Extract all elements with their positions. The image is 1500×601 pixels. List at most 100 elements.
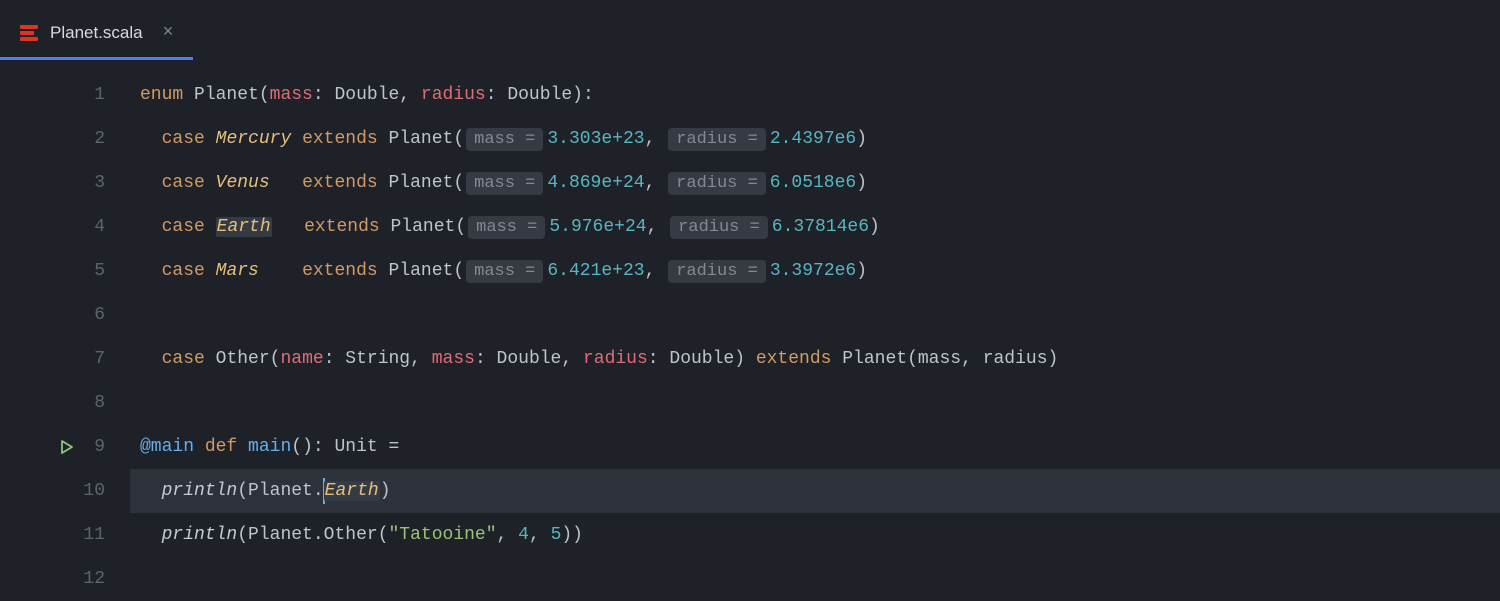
code-line[interactable]	[130, 557, 1500, 601]
code-line[interactable]: enum Planet(mass: Double, radius: Double…	[130, 73, 1500, 117]
keyword-case: case	[162, 349, 205, 369]
close-tab-icon[interactable]: ×	[163, 23, 174, 43]
type-double: Double	[334, 85, 399, 105]
keyword-extends: extends	[304, 217, 380, 237]
code-line[interactable]	[130, 381, 1500, 425]
inlay-hint: radius =	[668, 172, 766, 195]
line-number: 4	[75, 217, 105, 237]
number: 4.869e+24	[547, 173, 644, 193]
keyword-case: case	[162, 217, 205, 237]
type-string: String	[345, 349, 410, 369]
param-mass: mass	[432, 349, 475, 369]
number: 3.303e+23	[547, 129, 644, 149]
code-line[interactable]: case Mars extends Planet(mass =6.421e+23…	[130, 249, 1500, 293]
line-number: 3	[75, 173, 105, 193]
inlay-hint: radius =	[668, 260, 766, 283]
code-line[interactable]: case Earth extends Planet(mass =5.976e+2…	[130, 205, 1500, 249]
fn-println: println	[162, 525, 238, 545]
enum-mercury: Mercury	[216, 129, 292, 149]
line-number: 1	[75, 85, 105, 105]
number: 5.976e+24	[549, 217, 646, 237]
file-tab[interactable]: Planet.scala ×	[0, 9, 193, 60]
gutter-row[interactable]: 5	[0, 249, 130, 293]
keyword-def: def	[205, 437, 237, 457]
number: 6.421e+23	[547, 261, 644, 281]
scala-file-icon	[20, 24, 38, 42]
line-number: 8	[75, 393, 105, 413]
enum-other: Other	[324, 525, 378, 545]
param-mass: mass	[270, 85, 313, 105]
param-name: name	[280, 349, 323, 369]
type-planet: Planet	[248, 525, 313, 545]
code-line[interactable]: @main def main(): Unit =	[130, 425, 1500, 469]
inlay-hint: mass =	[466, 128, 543, 151]
gutter: 1 2 3 4 5 6 7 8 9 10 11 12	[0, 60, 130, 600]
string: "Tatooine"	[389, 525, 497, 545]
inlay-hint: mass =	[468, 216, 545, 239]
line-number: 2	[75, 129, 105, 149]
line-number: 7	[75, 349, 105, 369]
line-number: 5	[75, 261, 105, 281]
inlay-hint: radius =	[668, 128, 766, 151]
code-line-current[interactable]: println(Planet.Earth)	[130, 469, 1500, 513]
type-double: Double	[507, 85, 572, 105]
tab-filename: Planet.scala	[50, 23, 143, 43]
gutter-row[interactable]: 7	[0, 337, 130, 381]
gutter-row[interactable]: 1	[0, 73, 130, 117]
enum-mars: Mars	[216, 261, 259, 281]
code-area[interactable]: enum Planet(mass: Double, radius: Double…	[130, 60, 1500, 600]
number: 5	[551, 525, 562, 545]
enum-venus: Venus	[216, 173, 270, 193]
code-line[interactable]: case Mercury extends Planet(mass =3.303e…	[130, 117, 1500, 161]
annotation-main: @main	[140, 437, 194, 457]
arg-mass: mass	[918, 349, 961, 369]
arg-radius: radius	[983, 349, 1048, 369]
number: 3.3972e6	[770, 261, 856, 281]
enum-earth: Earth	[216, 217, 272, 237]
number: 6.0518e6	[770, 173, 856, 193]
gutter-row[interactable]: 12	[0, 557, 130, 601]
keyword-case: case	[162, 173, 205, 193]
keyword-extends: extends	[756, 349, 832, 369]
type-planet: Planet	[194, 85, 259, 105]
type-unit: Unit	[334, 437, 377, 457]
line-number: 11	[75, 525, 105, 545]
param-radius: radius	[421, 85, 486, 105]
gutter-row[interactable]: 6	[0, 293, 130, 337]
gutter-row[interactable]: 11	[0, 513, 130, 557]
line-number: 6	[75, 305, 105, 325]
keyword-extends: extends	[302, 261, 378, 281]
type-planet: Planet	[248, 481, 313, 501]
keyword-extends: extends	[302, 173, 378, 193]
keyword-case: case	[162, 129, 205, 149]
keyword-extends: extends	[302, 129, 378, 149]
inlay-hint: radius =	[670, 216, 768, 239]
tab-bar: Planet.scala ×	[0, 0, 1500, 60]
gutter-row[interactable]: 4	[0, 205, 130, 249]
number: 2.4397e6	[770, 129, 856, 149]
type-planet: Planet	[389, 173, 454, 193]
type-planet: Planet	[842, 349, 907, 369]
code-line[interactable]: case Other(name: String, mass: Double, r…	[130, 337, 1500, 381]
run-gutter-icon[interactable]	[59, 439, 75, 455]
gutter-row[interactable]: 10	[0, 469, 130, 513]
gutter-row[interactable]: 3	[0, 161, 130, 205]
gutter-row[interactable]: 2	[0, 117, 130, 161]
keyword-enum: enum	[140, 85, 183, 105]
type-planet: Planet	[389, 261, 454, 281]
editor: 1 2 3 4 5 6 7 8 9 10 11 12 enum Planet(m…	[0, 60, 1500, 600]
enum-other: Other	[216, 349, 270, 369]
code-line[interactable]	[130, 293, 1500, 337]
type-double: Double	[669, 349, 734, 369]
function-main: main	[248, 437, 291, 457]
line-number: 9	[75, 437, 105, 457]
inlay-hint: mass =	[466, 172, 543, 195]
code-line[interactable]: case Venus extends Planet(mass =4.869e+2…	[130, 161, 1500, 205]
gutter-row[interactable]: 8	[0, 381, 130, 425]
number: 4	[518, 525, 529, 545]
param-radius: radius	[583, 349, 648, 369]
gutter-row[interactable]: 9	[0, 425, 130, 469]
line-number: 12	[75, 569, 105, 589]
ref-earth: Earth	[324, 481, 380, 501]
code-line[interactable]: println(Planet.Other("Tatooine", 4, 5))	[130, 513, 1500, 557]
